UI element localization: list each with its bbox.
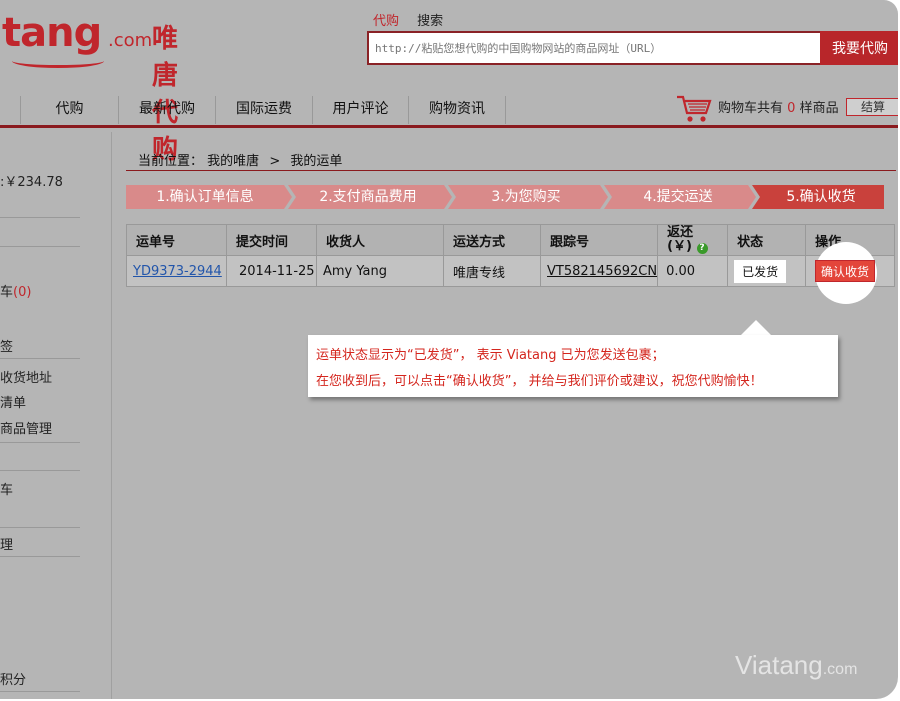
sidebar-divider — [0, 358, 80, 359]
nav-item-shipping[interactable]: 国际运费 — [215, 96, 312, 124]
logo-com: .com — [108, 30, 153, 51]
sidebar-item-address[interactable]: 收货地址 — [0, 367, 52, 386]
confirm-receipt-button[interactable]: 确认收货 — [815, 260, 875, 282]
help-icon[interactable]: ? — [696, 243, 708, 254]
status-badge: 已发货 — [734, 259, 787, 283]
main-nav: 代购 最新代购 国际运费 用户评论 购物资讯 购物车共有 0 样商品 结算 — [0, 92, 898, 128]
nav-item-news[interactable]: 购物资讯 — [408, 96, 506, 124]
waybill-table: 运单号 提交时间 收货人 运送方式 跟踪号 返还 (￥) ? 状态 操作 YD9… — [126, 224, 895, 287]
nav-item-daigou[interactable]: 代购 — [20, 96, 118, 124]
page-frame: tang .com 唯唐代购 代购 搜索 我要代购 代购 最新代购 国际运费 用… — [0, 0, 900, 701]
sidebar-item-list[interactable]: 清单 — [0, 392, 26, 411]
cart-prefix: 购物车共有 — [718, 101, 784, 116]
col-header-status: 状态 — [727, 224, 807, 256]
screen: tang .com 唯唐代购 代购 搜索 我要代购 代购 最新代购 国际运费 用… — [0, 0, 898, 699]
refund-label: 返还 — [667, 225, 694, 240]
search-input[interactable] — [369, 33, 820, 63]
sidebar-divider — [0, 470, 80, 471]
col-header-shipping: 运送方式 — [443, 224, 541, 256]
tracking-number[interactable]: VT582145692CN — [547, 264, 657, 279]
col-header-receiver: 收货人 — [316, 224, 444, 256]
receiver-name: Amy Yang — [316, 255, 444, 287]
account-balance: :￥234.78 — [0, 175, 63, 190]
nav-item-reviews[interactable]: 用户评论 — [312, 96, 408, 124]
shopping-cart-icon[interactable] — [676, 94, 712, 124]
sidebar-divider — [0, 691, 80, 692]
breadcrumb: 当前位置： 我的唯唐 > 我的运单 — [138, 150, 342, 169]
breadcrumb-rule — [126, 170, 896, 171]
sidebar-divider — [0, 217, 80, 218]
step-pay: 2.支付商品费用 — [319, 189, 417, 205]
waybill-number-link[interactable]: YD9373-2944 — [133, 264, 222, 279]
step-confirm-order: 1.确认订单信息 — [156, 189, 254, 205]
sidebar-section-header: 签 — [0, 340, 14, 355]
order-progress-steps: 1.确认订单信息 2.支付商品费用 3.为您购买 4.提交运送 5.确认收货 — [126, 185, 884, 209]
sidebar-divider — [0, 527, 80, 528]
col-header-tracking: 跟踪号 — [539, 224, 659, 256]
watermark-suffix: .com — [822, 661, 858, 678]
col-header-waybill: 运单号 — [126, 224, 227, 256]
step-ship: 4.提交运送 — [643, 189, 713, 205]
tooltip-line-1: 运单状态显示为“已发货”， 表示 Viatang 已为您发送包裹； — [316, 348, 665, 363]
tab-search[interactable]: 搜索 — [417, 14, 443, 29]
tooltip-arrow — [740, 320, 772, 336]
cart-count: 0 — [787, 101, 796, 116]
breadcrumb-prefix: 当前位置： — [138, 154, 204, 169]
sidebar-item-label: 车 — [0, 285, 14, 300]
cart-suffix: 样商品 — [799, 101, 839, 116]
col-header-refund: 返还 (￥) ? — [657, 224, 729, 256]
watermark-main: Viatang — [735, 650, 823, 680]
sidebar-divider — [0, 442, 80, 443]
col-header-date: 提交时间 — [226, 224, 317, 256]
viatang-watermark: Viatang.com — [735, 650, 857, 681]
tab-daigou[interactable]: 代购 — [373, 14, 399, 29]
sidebar-item-points[interactable]: 积分 — [0, 669, 26, 688]
cart-summary: 购物车共有 0 样商品 — [718, 97, 839, 116]
sidebar-section-header: 理 — [0, 538, 14, 553]
sidebar-divider — [0, 246, 80, 247]
shipping-method: 唯唐专线 — [443, 255, 541, 287]
step-confirm-receipt: 5.确认收货 — [786, 189, 856, 205]
search-box — [367, 31, 822, 65]
logo-swoosh — [12, 54, 104, 68]
search-tabs: 代购 搜索 — [373, 10, 457, 29]
sidebar-item-goods[interactable]: 商品管理 — [0, 418, 52, 437]
sidebar: :￥234.78 车(0) 签 收货地址 清单 商品管理 车 理 积分 — [0, 132, 112, 699]
logo-text: tang — [2, 10, 102, 56]
sidebar-cart-count: (0) — [13, 285, 32, 300]
table-header-row: 运单号 提交时间 收货人 运送方式 跟踪号 返还 (￥) ? 状态 操作 — [126, 224, 895, 256]
step-purchase: 3.为您购买 — [491, 189, 561, 205]
breadcrumb-home[interactable]: 我的唯唐 — [207, 154, 259, 169]
tooltip-line-2: 在您收到后，可以点击“确认收货”， 并给与我们评价或建议，祝您代购愉快！ — [316, 374, 763, 389]
table-row: YD9373-2944 2014-11-25 Amy Yang 唯唐专线 VT5… — [126, 255, 895, 287]
status-tooltip: 运单状态显示为“已发货”， 表示 Viatang 已为您发送包裹； 在您收到后，… — [308, 335, 838, 397]
nav-item-latest[interactable]: 最新代购 — [118, 96, 215, 124]
breadcrumb-separator: > — [269, 154, 281, 169]
submit-date: 2014-11-25 — [226, 255, 317, 287]
refund-amount: 0.00 — [657, 255, 729, 287]
breadcrumb-current: 我的运单 — [290, 154, 343, 169]
sidebar-item-cart[interactable]: 车(0) — [0, 281, 31, 300]
search-button[interactable]: 我要代购 — [820, 31, 898, 65]
refund-currency: (￥) ? — [667, 240, 727, 254]
sidebar-item-cart-2[interactable]: 车 — [0, 479, 13, 498]
checkout-button[interactable]: 结算 — [846, 98, 898, 116]
sidebar-divider — [0, 556, 80, 557]
